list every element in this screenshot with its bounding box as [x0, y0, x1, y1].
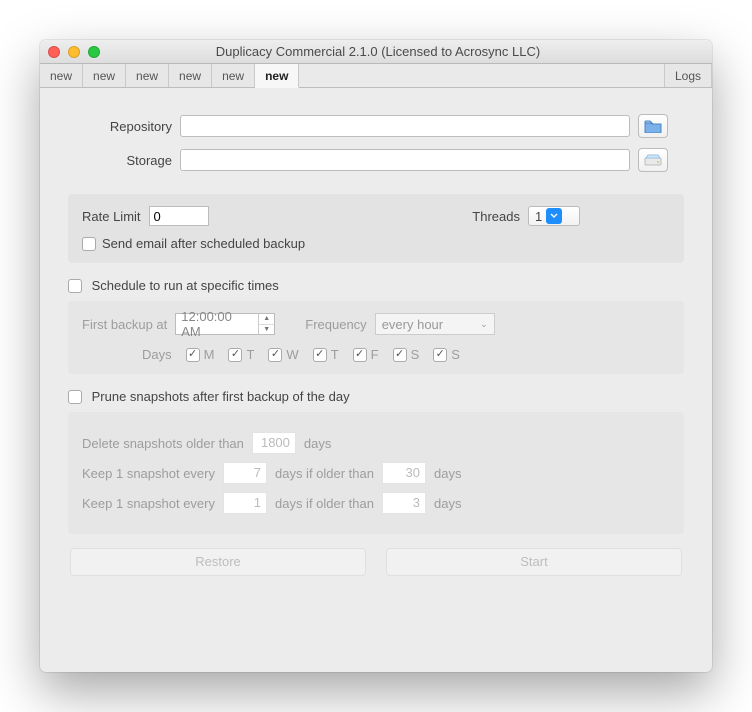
- delete-older-label-b: days: [304, 436, 331, 451]
- tab-new-1[interactable]: new: [40, 64, 83, 87]
- rate-panel: Rate Limit Threads 1 Send email after sc…: [68, 194, 684, 263]
- day-sun-label: S: [451, 347, 460, 362]
- folder-icon: [644, 119, 662, 133]
- day-tue-checkbox[interactable]: [228, 348, 242, 362]
- drive-icon: [644, 154, 662, 166]
- start-button[interactable]: Start: [386, 548, 682, 576]
- chevron-down-icon: [546, 208, 562, 224]
- delete-older-label-a: Delete snapshots older than: [82, 436, 244, 451]
- schedule-enable-label: Schedule to run at specific times: [92, 278, 279, 293]
- send-email-checkbox[interactable]: [82, 237, 96, 251]
- day-sat-checkbox[interactable]: [393, 348, 407, 362]
- day-wed-checkbox[interactable]: [268, 348, 282, 362]
- tab-logs[interactable]: Logs: [664, 64, 712, 87]
- day-thu-checkbox[interactable]: [313, 348, 327, 362]
- prune-panel: Delete snapshots older than 1800 days Ke…: [68, 412, 684, 534]
- first-backup-label: First backup at: [82, 317, 167, 332]
- storage-label: Storage: [84, 153, 180, 168]
- tab-new-4[interactable]: new: [169, 64, 212, 87]
- frequency-label: Frequency: [305, 317, 366, 332]
- keep2-label-b: days if older than: [275, 496, 374, 511]
- browse-storage-button[interactable]: [638, 148, 668, 172]
- rate-limit-label: Rate Limit: [82, 209, 141, 224]
- browse-repository-button[interactable]: [638, 114, 668, 138]
- app-window: Duplicacy Commercial 2.1.0 (Licensed to …: [40, 40, 712, 672]
- day-sat-label: S: [411, 347, 420, 362]
- storage-input[interactable]: [180, 149, 630, 171]
- keep1-label-b: days if older than: [275, 466, 374, 481]
- prune-enable-checkbox[interactable]: [68, 390, 82, 404]
- delete-older-input[interactable]: 1800: [252, 432, 296, 454]
- main-content: Repository Storage: [40, 88, 712, 592]
- threads-select[interactable]: 1: [528, 206, 580, 226]
- send-email-label: Send email after scheduled backup: [102, 236, 305, 251]
- first-backup-value: 12:00:00 AM: [176, 314, 258, 334]
- keep2-older-input[interactable]: 3: [382, 492, 426, 514]
- day-thu-label: T: [331, 347, 339, 362]
- frequency-select[interactable]: every hour ⌄: [375, 313, 495, 335]
- tab-new-5[interactable]: new: [212, 64, 255, 87]
- rate-limit-input[interactable]: [149, 206, 209, 226]
- titlebar: Duplicacy Commercial 2.1.0 (Licensed to …: [40, 40, 712, 64]
- tab-new-active[interactable]: new: [255, 64, 299, 88]
- days-label: Days: [142, 347, 172, 362]
- chevron-down-icon: ⌄: [480, 319, 488, 330]
- keep1-every-input[interactable]: 7: [223, 462, 267, 484]
- repository-label: Repository: [84, 119, 180, 134]
- day-tue-label: T: [246, 347, 254, 362]
- schedule-panel: First backup at 12:00:00 AM ▲▼ Frequency…: [68, 301, 684, 374]
- keep2-label-a: Keep 1 snapshot every: [82, 496, 215, 511]
- first-backup-time[interactable]: 12:00:00 AM ▲▼: [175, 313, 275, 335]
- keep1-label-a: Keep 1 snapshot every: [82, 466, 215, 481]
- day-wed-label: W: [286, 347, 298, 362]
- window-title: Duplicacy Commercial 2.1.0 (Licensed to …: [52, 44, 704, 59]
- tab-new-2[interactable]: new: [83, 64, 126, 87]
- threads-label: Threads: [472, 209, 520, 224]
- keep2-every-input[interactable]: 1: [223, 492, 267, 514]
- day-mon-checkbox[interactable]: [186, 348, 200, 362]
- tab-bar: new new new new new new Logs: [40, 64, 712, 88]
- tab-new-3[interactable]: new: [126, 64, 169, 87]
- day-fri-label: F: [371, 347, 379, 362]
- prune-enable-label: Prune snapshots after first backup of th…: [92, 389, 350, 404]
- day-mon-label: M: [204, 347, 215, 362]
- stepper-arrows-icon: ▲▼: [258, 314, 274, 334]
- restore-button[interactable]: Restore: [70, 548, 366, 576]
- keep1-older-input[interactable]: 30: [382, 462, 426, 484]
- repository-input[interactable]: [180, 115, 630, 137]
- threads-value: 1: [535, 209, 542, 224]
- keep1-label-c: days: [434, 466, 461, 481]
- day-fri-checkbox[interactable]: [353, 348, 367, 362]
- day-sun-checkbox[interactable]: [433, 348, 447, 362]
- frequency-value: every hour: [382, 317, 443, 332]
- schedule-enable-checkbox[interactable]: [68, 279, 82, 293]
- keep2-label-c: days: [434, 496, 461, 511]
